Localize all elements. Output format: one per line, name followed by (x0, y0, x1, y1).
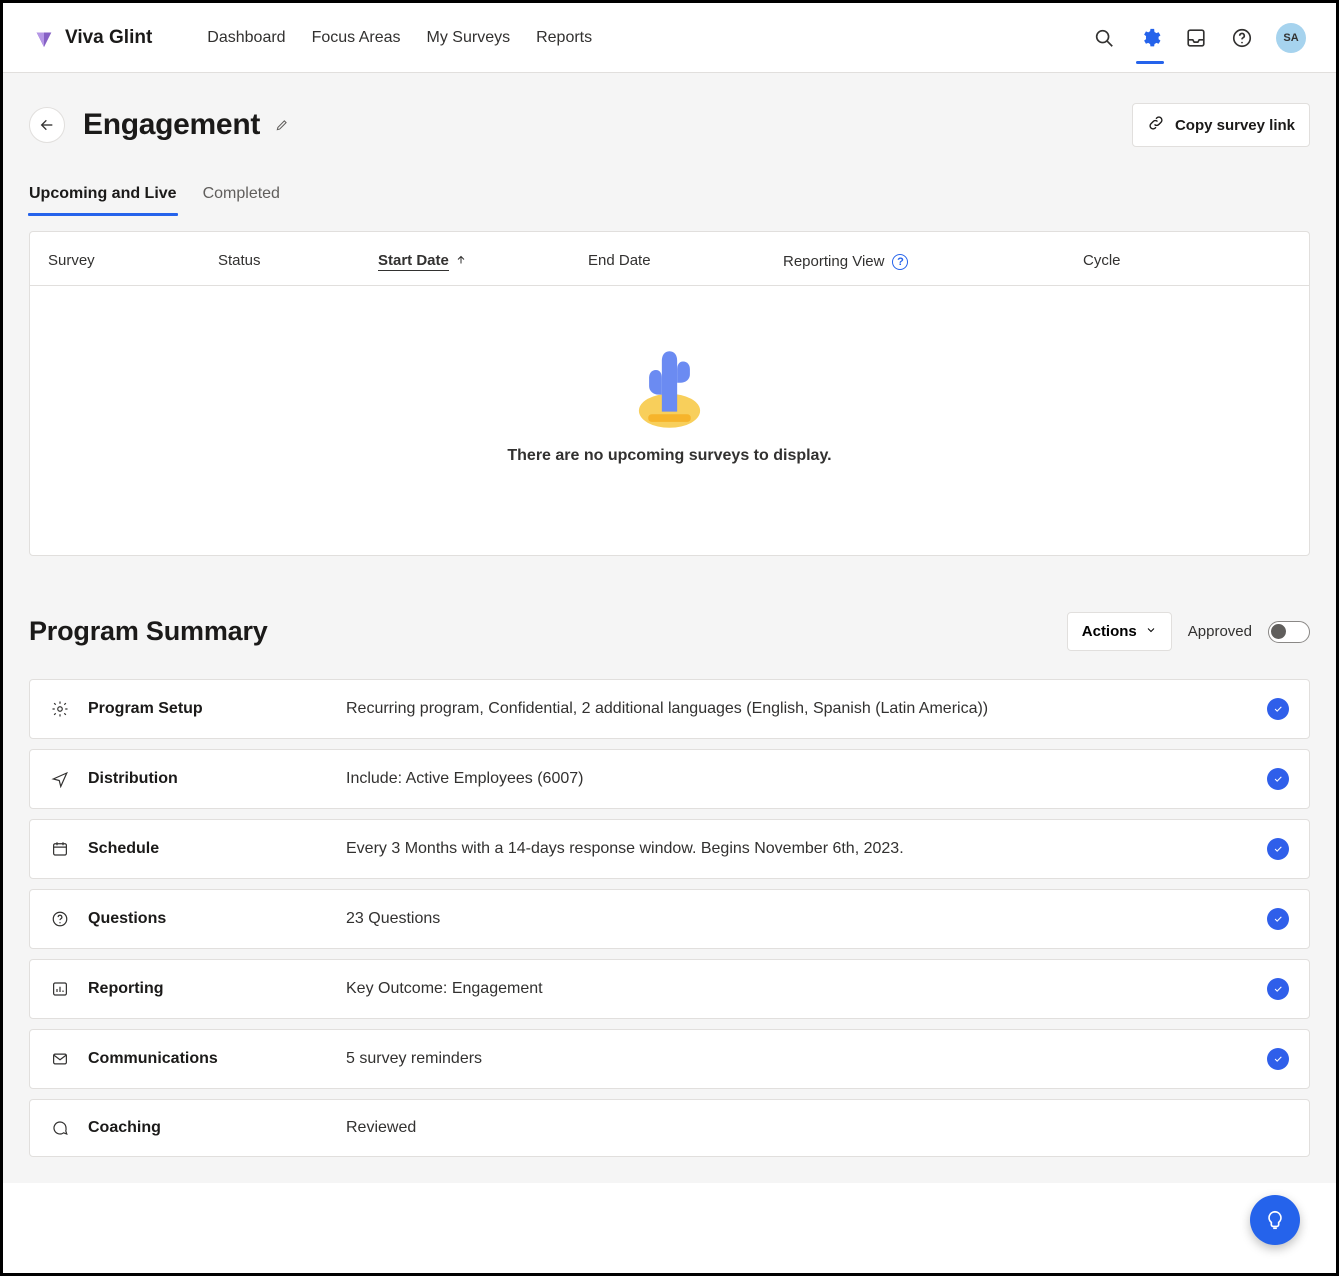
row-title: Distribution (88, 770, 328, 788)
status-complete-icon (1267, 1048, 1289, 1070)
edit-title-icon[interactable] (274, 117, 290, 133)
brand[interactable]: Viva Glint (33, 27, 152, 49)
summary-row-questions[interactable]: Questions 23 Questions (29, 889, 1310, 949)
nav-focus-areas[interactable]: Focus Areas (312, 29, 401, 47)
question-circle-icon (50, 909, 70, 929)
tabs: Upcoming and Live Completed (29, 185, 1310, 215)
row-title: Coaching (88, 1119, 328, 1137)
actions-button-label: Actions (1082, 623, 1137, 640)
send-icon (50, 769, 70, 789)
search-icon[interactable] (1092, 26, 1116, 50)
col-reporting-view-label: Reporting View (783, 253, 884, 270)
calendar-icon (50, 839, 70, 859)
row-desc: Reviewed (346, 1119, 1289, 1137)
page-header: Engagement Copy survey link (29, 103, 1310, 147)
col-status[interactable]: Status (218, 252, 378, 271)
tab-completed[interactable]: Completed (203, 185, 280, 215)
help-icon[interactable] (1230, 26, 1254, 50)
row-desc: 5 survey reminders (346, 1050, 1249, 1068)
top-nav: Dashboard Focus Areas My Surveys Reports (207, 29, 592, 47)
brand-name: Viva Glint (65, 27, 152, 49)
status-complete-icon (1267, 698, 1289, 720)
status-complete-icon (1267, 908, 1289, 930)
gear-icon (50, 699, 70, 719)
summary-row-distribution[interactable]: Distribution Include: Active Employees (… (29, 749, 1310, 809)
page-title: Engagement (83, 108, 260, 142)
summary-row-schedule[interactable]: Schedule Every 3 Months with a 14-days r… (29, 819, 1310, 879)
row-title: Schedule (88, 840, 328, 858)
nav-dashboard[interactable]: Dashboard (207, 29, 285, 47)
idea-fab-button[interactable] (1250, 1195, 1300, 1245)
page-body: Engagement Copy survey link Upcoming and… (3, 73, 1336, 1183)
user-avatar[interactable]: SA (1276, 23, 1306, 53)
top-actions: SA (1092, 23, 1306, 53)
empty-state-text: There are no upcoming surveys to display… (30, 447, 1309, 465)
summary-list: Program Setup Recurring program, Confide… (29, 679, 1310, 1157)
col-cycle[interactable]: Cycle (1083, 252, 1291, 271)
empty-state: There are no upcoming surveys to display… (30, 286, 1309, 555)
inbox-icon[interactable] (1184, 26, 1208, 50)
col-end-date[interactable]: End Date (588, 252, 783, 271)
chat-icon (50, 1118, 70, 1138)
row-desc: Every 3 Months with a 14-days response w… (346, 840, 1249, 858)
approved-label: Approved (1188, 623, 1252, 640)
col-start-date-label: Start Date (378, 252, 449, 271)
surveys-card: Survey Status Start Date End Date Report… (29, 231, 1310, 556)
reporting-view-info-icon[interactable]: ? (892, 254, 908, 270)
summary-row-reporting[interactable]: Reporting Key Outcome: Engagement (29, 959, 1310, 1019)
row-desc: Recurring program, Confidential, 2 addit… (346, 700, 1249, 718)
program-summary-header: Program Summary Actions Approved (29, 612, 1310, 651)
table-header: Survey Status Start Date End Date Report… (30, 232, 1309, 286)
tab-upcoming-and-live[interactable]: Upcoming and Live (29, 185, 177, 215)
row-desc: Include: Active Employees (6007) (346, 770, 1249, 788)
program-summary-actions: Actions Approved (1067, 612, 1310, 651)
nav-my-surveys[interactable]: My Surveys (427, 29, 511, 47)
summary-row-coaching[interactable]: Coaching Reviewed (29, 1099, 1310, 1157)
col-survey[interactable]: Survey (48, 252, 218, 271)
status-complete-icon (1267, 768, 1289, 790)
row-title: Communications (88, 1050, 328, 1068)
copy-survey-link-button[interactable]: Copy survey link (1132, 103, 1310, 147)
app-header: Viva Glint Dashboard Focus Areas My Surv… (3, 3, 1336, 73)
row-title: Program Setup (88, 700, 328, 718)
mail-icon (50, 1049, 70, 1069)
status-complete-icon (1267, 978, 1289, 1000)
col-reporting-view[interactable]: Reporting View ? (783, 252, 1083, 271)
viva-glint-logo-icon (33, 27, 55, 49)
actions-button[interactable]: Actions (1067, 612, 1172, 651)
nav-reports[interactable]: Reports (536, 29, 592, 47)
program-summary-title: Program Summary (29, 616, 268, 647)
status-complete-icon (1267, 838, 1289, 860)
row-title: Questions (88, 910, 328, 928)
approved-toggle[interactable] (1268, 621, 1310, 643)
link-icon (1147, 114, 1165, 136)
row-desc: 23 Questions (346, 910, 1249, 928)
bar-chart-icon (50, 979, 70, 999)
row-desc: Key Outcome: Engagement (346, 980, 1249, 998)
row-title: Reporting (88, 980, 328, 998)
settings-icon[interactable] (1138, 26, 1162, 50)
sort-ascending-icon (455, 253, 467, 270)
back-button[interactable] (29, 107, 65, 143)
summary-row-communications[interactable]: Communications 5 survey reminders (29, 1029, 1310, 1089)
summary-row-program-setup[interactable]: Program Setup Recurring program, Confide… (29, 679, 1310, 739)
col-start-date[interactable]: Start Date (378, 252, 588, 271)
copy-survey-link-label: Copy survey link (1175, 117, 1295, 134)
cactus-illustration-icon (627, 336, 712, 431)
chevron-down-icon (1145, 623, 1157, 640)
